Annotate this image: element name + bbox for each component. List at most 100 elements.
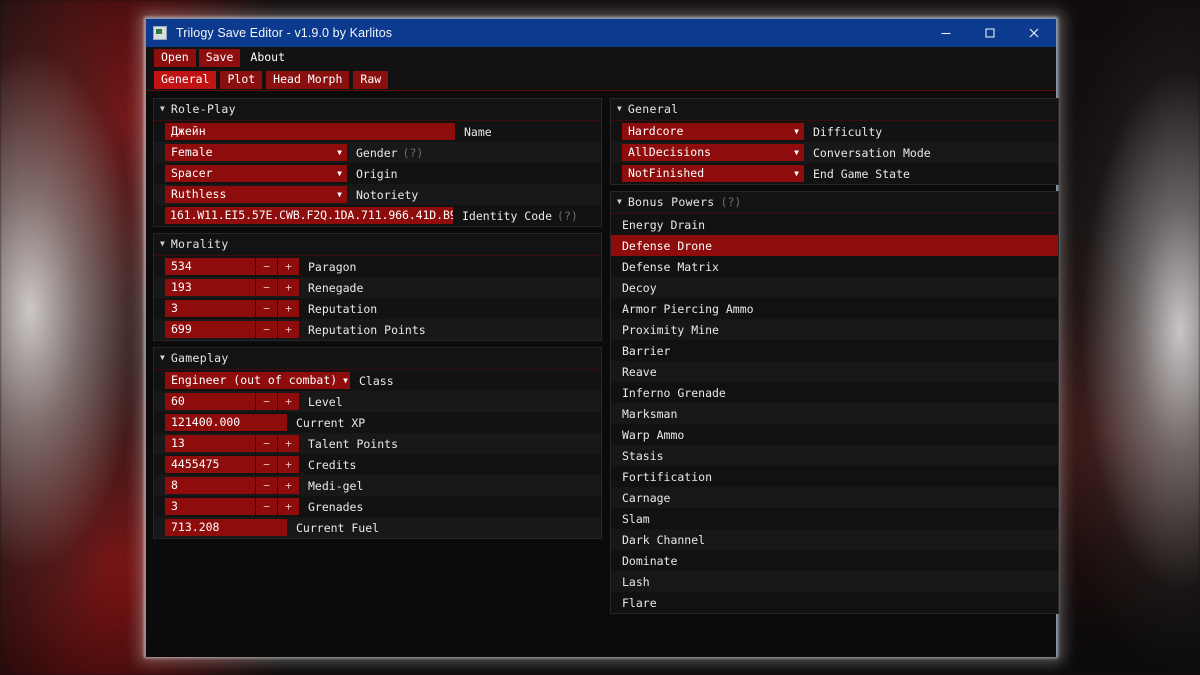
bonus-powers-help-icon[interactable]: (?) xyxy=(721,195,742,209)
row-name: Джейн Name xyxy=(154,121,601,142)
talent-points-increment-button[interactable]: + xyxy=(278,435,299,452)
origin-select[interactable]: Spacer ▼ xyxy=(165,165,347,182)
paragon-input[interactable]: 534 xyxy=(165,258,255,275)
list-item[interactable]: Stasis xyxy=(611,445,1058,466)
level-increment-button[interactable]: + xyxy=(278,393,299,410)
list-item[interactable]: Proximity Mine xyxy=(611,319,1058,340)
list-item[interactable]: Reave xyxy=(611,361,1058,382)
group-title-role-play: Role-Play xyxy=(170,102,236,116)
grenades-stepper: − + xyxy=(255,498,299,515)
grenades-increment-button[interactable]: + xyxy=(278,498,299,515)
conversation-mode-select[interactable]: AllDecisions ▼ xyxy=(622,144,804,161)
reputation-input[interactable]: 3 xyxy=(165,300,255,317)
list-item[interactable]: Barrier xyxy=(611,340,1058,361)
notoriety-select[interactable]: Ruthless ▼ xyxy=(165,186,347,203)
group-header-role-play[interactable]: ▼ Role-Play xyxy=(154,99,601,121)
reputation-points-increment-button[interactable]: + xyxy=(278,321,299,338)
medigel-increment-button[interactable]: + xyxy=(278,477,299,494)
talent-points-decrement-button[interactable]: − xyxy=(256,435,277,452)
current-xp-input[interactable]: 121400.000 xyxy=(165,414,287,431)
list-item[interactable]: Armor Piercing Ammo xyxy=(611,298,1058,319)
grenades-input[interactable]: 3 xyxy=(165,498,255,515)
list-item[interactable]: Lash xyxy=(611,571,1058,592)
list-item[interactable]: Defense Matrix xyxy=(611,256,1058,277)
row-class: Engineer (out of combat) ▼ Class xyxy=(154,370,601,391)
level-input[interactable]: 60 xyxy=(165,393,255,410)
list-item[interactable]: Slam xyxy=(611,508,1058,529)
tab-plot[interactable]: Plot xyxy=(220,70,263,89)
list-item[interactable]: Warp Ammo xyxy=(611,424,1058,445)
credits-decrement-button[interactable]: − xyxy=(256,456,277,473)
reputation-decrement-button[interactable]: − xyxy=(256,300,277,317)
list-item[interactable]: Energy Drain xyxy=(611,214,1058,235)
reputation-points-stepper: − + xyxy=(255,321,299,338)
group-title-morality: Morality xyxy=(170,237,229,251)
list-item[interactable]: Defense Drone xyxy=(611,235,1058,256)
tab-general[interactable]: General xyxy=(154,70,217,89)
list-item[interactable]: Dominate xyxy=(611,550,1058,571)
row-gender: Female ▼ Gender (?) xyxy=(154,142,601,163)
bonus-power-label: Carnage xyxy=(622,490,671,505)
credits-increment-button[interactable]: + xyxy=(278,456,299,473)
title-bar: Trilogy Save Editor - v1.9.0 by Karlitos xyxy=(146,19,1056,47)
list-item[interactable]: Inferno Grenade xyxy=(611,382,1058,403)
reputation-increment-button[interactable]: + xyxy=(278,300,299,317)
class-select[interactable]: Engineer (out of combat) ▼ xyxy=(165,372,350,389)
list-item[interactable]: Dark Channel xyxy=(611,529,1058,550)
gender-select[interactable]: Female ▼ xyxy=(165,144,347,161)
bonus-powers-list[interactable]: Energy Drain Defense Drone Defense Matri… xyxy=(611,214,1058,613)
group-morality: ▼ Morality 534 − + Paragon 193 − + Reneg… xyxy=(153,233,602,341)
paragon-increment-button[interactable]: + xyxy=(278,258,299,275)
bonus-power-label: Barrier xyxy=(622,343,671,358)
menu-item-save[interactable]: Save xyxy=(198,49,241,67)
group-header-bonus-powers[interactable]: ▼ Bonus Powers (?) xyxy=(611,192,1058,214)
group-header-general[interactable]: ▼ General xyxy=(611,99,1058,121)
current-fuel-input[interactable]: 713.208 xyxy=(165,519,287,536)
origin-label: Origin xyxy=(356,166,398,181)
credits-label: Credits xyxy=(308,457,357,472)
talent-points-input[interactable]: 13 xyxy=(165,435,255,452)
minimize-button[interactable] xyxy=(924,19,968,47)
bonus-power-label: Slam xyxy=(622,511,650,526)
list-item[interactable]: Carnage xyxy=(611,487,1058,508)
medigel-decrement-button[interactable]: − xyxy=(256,477,277,494)
renegade-increment-button[interactable]: + xyxy=(278,279,299,296)
reputation-points-input[interactable]: 699 xyxy=(165,321,255,338)
close-button[interactable] xyxy=(1012,19,1056,47)
bonus-power-label: Dominate xyxy=(622,553,678,568)
menu-item-open[interactable]: Open xyxy=(154,49,196,67)
reputation-points-decrement-button[interactable]: − xyxy=(256,321,277,338)
identity-code-input[interactable]: 161.W11.EI5.57E.CWB.F2Q.1DA.711.966.41D.… xyxy=(165,207,453,224)
list-item[interactable]: Flare xyxy=(611,592,1058,613)
identity-code-help-icon[interactable]: (?) xyxy=(557,209,578,223)
list-item[interactable]: Marksman xyxy=(611,403,1058,424)
end-game-state-select[interactable]: NotFinished ▼ xyxy=(622,165,804,182)
row-current-fuel: 713.208 Current Fuel xyxy=(154,517,601,538)
maximize-button[interactable] xyxy=(968,19,1012,47)
credits-stepper: − + xyxy=(255,456,299,473)
end-game-state-value: NotFinished xyxy=(628,166,705,180)
renegade-stepper: − + xyxy=(255,279,299,296)
list-item[interactable]: Decoy xyxy=(611,277,1058,298)
group-title-gameplay: Gameplay xyxy=(170,351,229,365)
row-talent-points: 13 − + Talent Points xyxy=(154,433,601,454)
bonus-power-label: Dark Channel xyxy=(622,532,706,547)
row-level: 60 − + Level xyxy=(154,391,601,412)
gender-help-icon[interactable]: (?) xyxy=(403,146,424,160)
renegade-input[interactable]: 193 xyxy=(165,279,255,296)
grenades-decrement-button[interactable]: − xyxy=(256,498,277,515)
paragon-decrement-button[interactable]: − xyxy=(256,258,277,275)
difficulty-select[interactable]: Hardcore ▼ xyxy=(622,123,804,140)
renegade-decrement-button[interactable]: − xyxy=(256,279,277,296)
group-header-gameplay[interactable]: ▼ Gameplay xyxy=(154,348,601,370)
tab-head-morph[interactable]: Head Morph xyxy=(266,70,350,89)
level-decrement-button[interactable]: − xyxy=(256,393,277,410)
credits-input[interactable]: 4455475 xyxy=(165,456,255,473)
group-header-morality[interactable]: ▼ Morality xyxy=(154,234,601,256)
tab-raw[interactable]: Raw xyxy=(353,70,389,89)
bonus-power-label: Warp Ammo xyxy=(622,427,685,442)
name-input[interactable]: Джейн xyxy=(165,123,455,140)
menu-item-about[interactable]: About xyxy=(243,49,292,67)
medigel-input[interactable]: 8 xyxy=(165,477,255,494)
list-item[interactable]: Fortification xyxy=(611,466,1058,487)
